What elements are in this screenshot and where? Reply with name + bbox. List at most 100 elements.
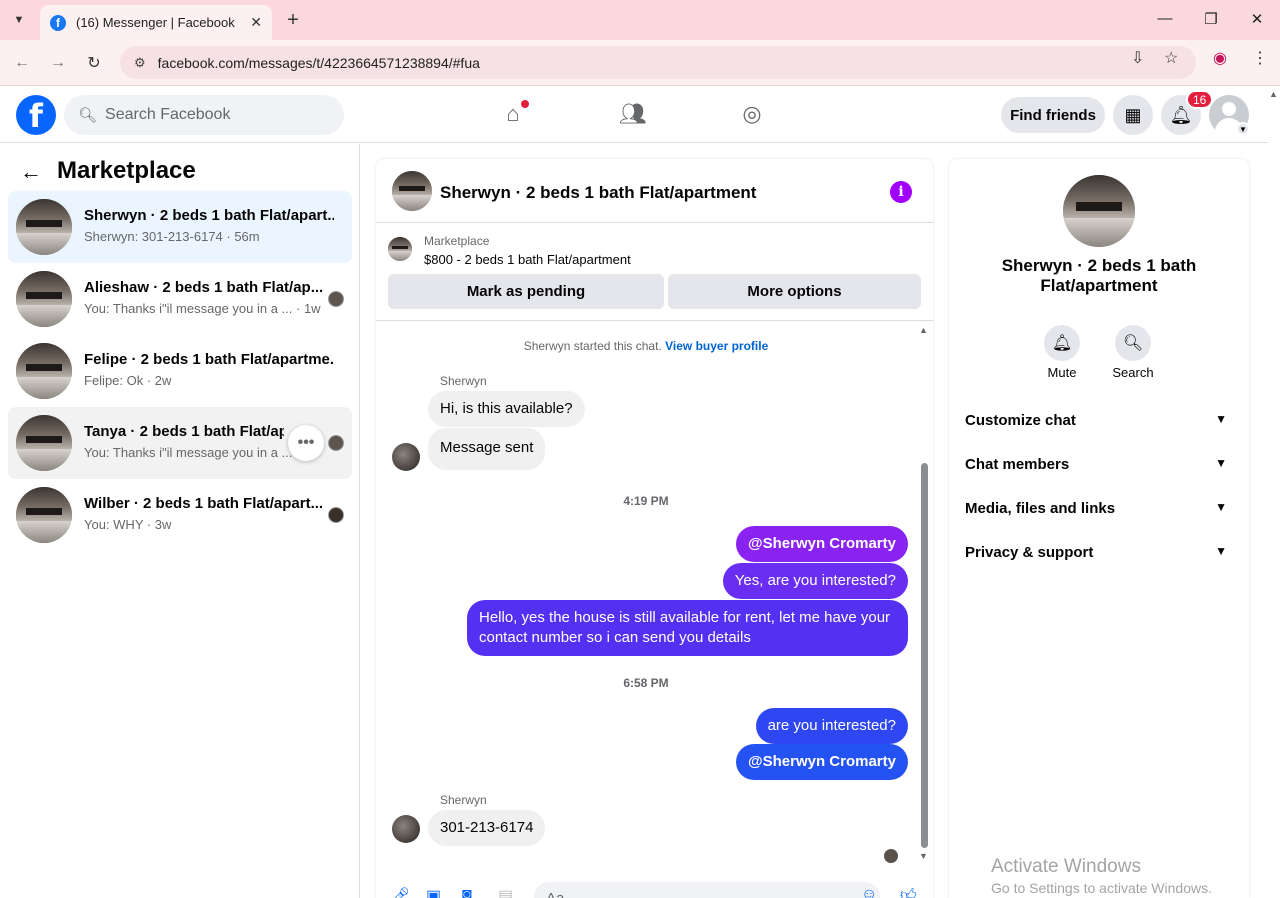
outgoing-message[interactable]: are you interested?	[755, 708, 908, 744]
chat-header: Sherwyn · 2 beds 1 bath Flat/apartment i	[376, 159, 933, 223]
facebook-logo-icon[interactable]: f	[16, 95, 56, 135]
scroll-down-icon[interactable]: ▼	[919, 851, 928, 861]
incoming-message[interactable]: Message sent	[428, 428, 546, 470]
menu-grid-icon[interactable]: ▦	[1113, 95, 1153, 135]
chat-title[interactable]: Sherwyn · 2 beds 1 bath Flat/apartment	[440, 183, 756, 203]
mark-as-pending-button[interactable]: Mark as pending	[388, 274, 664, 309]
outgoing-message[interactable]: Hello, yes the house is still available …	[467, 600, 908, 656]
marketplace-listing-bar: Marketplace $800 - 2 beds 1 bath Flat/ap…	[376, 223, 933, 321]
browser-tab[interactable]: f (16) Messenger | Facebook ✕	[40, 5, 272, 40]
facebook-header: f 🔍︎ Search Facebook ⌂ 👥︎ ◎ Find friends…	[0, 87, 1268, 143]
browser-tab-bar: ▼ f (16) Messenger | Facebook ✕ + — ❐ ✕	[0, 0, 1280, 40]
find-friends-button[interactable]: Find friends	[1001, 97, 1105, 133]
message-composer: 🎤︎ ▣ ◙ ▤ Aa ☺ 👍︎	[376, 882, 933, 898]
conversation-snippet: Sherwyn: 301-213-6174 · 56m	[84, 229, 260, 244]
install-app-icon[interactable]: ⇩	[1131, 48, 1144, 68]
listing-thumbnail	[16, 415, 72, 471]
conversation-item[interactable]: Felipe · 2 beds 1 bath Flat/apartme... F…	[8, 335, 352, 407]
customize-chat-section[interactable]: Customize chat ▼	[965, 412, 1233, 436]
section-label: Customize chat	[965, 412, 1076, 429]
outgoing-message[interactable]: @Sherwyn Cromarty	[735, 526, 908, 562]
chat-details-panel: Sherwyn · 2 beds 1 bath Flat/apartment 🔔…	[949, 159, 1249, 898]
scrollbar-thumb[interactable]	[921, 463, 928, 848]
chat-scrollbar[interactable]: ▲ ▼	[918, 323, 930, 863]
details-title: Sherwyn · 2 beds 1 bath Flat/apartment	[969, 256, 1229, 296]
conversation-item[interactable]: Sherwyn · 2 beds 1 bath Flat/apart... Sh…	[8, 191, 352, 263]
attach-photo-icon[interactable]: ▣	[426, 886, 446, 898]
message-input[interactable]: Aa	[534, 882, 880, 898]
more-options-button[interactable]: More options	[668, 274, 921, 309]
search-icon: 🔍︎	[78, 107, 98, 124]
back-arrow-icon[interactable]: ←	[20, 159, 42, 185]
browser-menu-icon[interactable]: ⋮	[1252, 48, 1268, 68]
back-arrow-icon[interactable]: ←	[11, 52, 33, 74]
conversation-item[interactable]: Alieshaw · 2 beds 1 bath Flat/ap... You:…	[8, 263, 352, 335]
conversation-snippet: Felipe: Ok · 2w	[84, 373, 172, 388]
listing-price-title[interactable]: $800 - 2 beds 1 bath Flat/apartment	[424, 252, 631, 267]
listing-thumbnail	[16, 199, 72, 255]
gif-icon[interactable]: ▤	[498, 886, 518, 898]
listing-thumbnail[interactable]	[392, 171, 432, 211]
restore-button[interactable]: ❐	[1201, 10, 1221, 28]
friends-icon[interactable]: 👥︎	[618, 99, 648, 129]
chat-members-section[interactable]: Chat members ▼	[965, 456, 1233, 480]
chat-panel: Sherwyn · 2 beds 1 bath Flat/apartment i…	[376, 159, 933, 898]
tab-title: (16) Messenger | Facebook	[76, 15, 235, 30]
address-bar[interactable]: ⚙ facebook.com/messages/t/42236645712388…	[120, 46, 1196, 79]
sender-avatar[interactable]	[392, 443, 420, 471]
section-label: Privacy & support	[965, 544, 1094, 561]
facebook-search-input[interactable]: 🔍︎ Search Facebook	[64, 95, 344, 135]
marketplace-inbox: ← Marketplace Sherwyn · 2 beds 1 bath Fl…	[0, 144, 360, 898]
scroll-up-icon[interactable]: ▲	[919, 325, 928, 335]
details-title-line: Flat/apartment	[1040, 276, 1158, 295]
search-label: Search	[1112, 365, 1154, 380]
emoji-icon[interactable]: ☺	[861, 886, 881, 898]
conversation-snippet: You: Thanks i"il message you in a ...	[84, 445, 293, 460]
minimize-button[interactable]: —	[1155, 10, 1175, 27]
forward-arrow-icon[interactable]: →	[47, 52, 69, 74]
sender-name: Sherwyn	[440, 374, 487, 388]
mute-bell-icon[interactable]: 🔔︎	[1044, 325, 1080, 361]
site-info-icon[interactable]: ⚙	[134, 55, 146, 71]
view-buyer-profile-link[interactable]: View buyer profile	[665, 339, 768, 353]
page-scrollbar[interactable]: ▲	[1268, 87, 1280, 898]
voice-clip-icon[interactable]: 🎤︎	[390, 886, 410, 898]
conversation-name: Tanya · 2 beds 1 bath Flat/apart...	[84, 423, 284, 440]
seen-avatar	[884, 849, 898, 863]
tab-close-icon[interactable]: ✕	[250, 14, 262, 31]
account-chevron-down-icon[interactable]: ▼	[1236, 122, 1250, 136]
message-line: contact number so i can send you details	[479, 629, 751, 646]
conversation-name: Felipe · 2 beds 1 bath Flat/apartme...	[84, 351, 334, 368]
more-options-icon[interactable]: •••	[288, 425, 324, 461]
reload-icon[interactable]: ↻	[83, 52, 105, 74]
like-thumb-icon[interactable]: 👍︎	[900, 886, 920, 898]
tab-search-chevron-icon[interactable]: ▼	[6, 8, 32, 32]
privacy-support-section[interactable]: Privacy & support ▼	[965, 544, 1233, 568]
chevron-down-icon: ▼	[1215, 544, 1227, 558]
bookmark-star-icon[interactable]: ☆	[1164, 48, 1178, 68]
search-icon[interactable]: 🔍︎	[1115, 325, 1151, 361]
profile-icon[interactable]: ◉	[1213, 48, 1227, 68]
info-icon[interactable]: i	[890, 181, 912, 203]
sender-name: Sherwyn	[440, 793, 487, 807]
conversation-snippet: You: WHY · 3w	[84, 517, 172, 532]
incoming-message[interactable]: Hi, is this available?	[428, 391, 585, 427]
home-notification-dot	[521, 100, 529, 108]
incoming-message[interactable]: 301-213-6174	[428, 810, 546, 846]
conversation-item[interactable]: Wilber · 2 beds 1 bath Flat/apart... You…	[8, 479, 352, 551]
media-files-links-section[interactable]: Media, files and links ▼	[965, 500, 1233, 524]
listing-thumbnail[interactable]	[1063, 175, 1135, 247]
sticker-icon[interactable]: ◙	[462, 886, 482, 898]
scroll-up-icon[interactable]: ▲	[1269, 89, 1278, 99]
outgoing-message[interactable]: Yes, are you interested?	[722, 563, 908, 599]
listing-thumbnail[interactable]	[388, 237, 412, 261]
message-line: Hello, yes the house is still available …	[479, 609, 891, 626]
new-tab-button[interactable]: +	[282, 8, 304, 32]
groups-icon[interactable]: ◎	[737, 99, 767, 129]
conversation-item[interactable]: Tanya · 2 beds 1 bath Flat/apart... You:…	[8, 407, 352, 479]
facebook-favicon-icon: f	[50, 14, 66, 31]
sender-avatar[interactable]	[392, 815, 420, 843]
window-close-button[interactable]: ✕	[1247, 10, 1267, 28]
outgoing-message[interactable]: @Sherwyn Cromarty	[735, 744, 908, 780]
listing-thumbnail	[16, 343, 72, 399]
